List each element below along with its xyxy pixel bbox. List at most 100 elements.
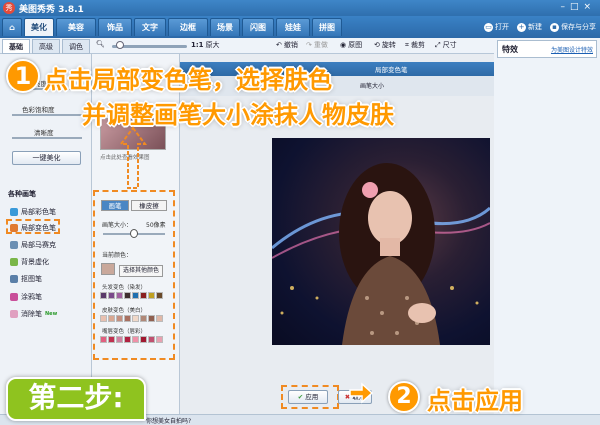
tab-5[interactable]: 场景 [210, 18, 240, 36]
tab-brush[interactable]: 画笔 [101, 200, 129, 211]
effects-design-link[interactable]: 为美图设计特效 [551, 45, 593, 54]
lip-swatches [100, 336, 164, 343]
subtab-color[interactable]: 调色 [62, 39, 90, 54]
eye-icon: ◉ [340, 41, 347, 49]
color-swatch[interactable] [148, 315, 155, 322]
tab-0[interactable]: 美化 [24, 18, 54, 36]
redo-icon: ↷ [306, 41, 312, 49]
skin-label: 皮肤变色（美白） [102, 308, 147, 314]
color-swatch[interactable] [148, 292, 155, 299]
app-logo: 秀 [3, 2, 15, 14]
color-swatch[interactable] [132, 292, 139, 299]
color-swatch[interactable] [140, 336, 147, 343]
doodle-icon [10, 293, 18, 301]
lips-label: 嘴唇变色（唇彩） [102, 329, 147, 335]
color-swatch[interactable] [108, 315, 115, 322]
title-bar [0, 0, 600, 16]
redo-button[interactable]: ↷ 重做 [306, 40, 328, 50]
highlight-recolor-brush [6, 219, 60, 234]
eraser-icon [10, 310, 18, 318]
color-swatch[interactable] [124, 315, 131, 322]
minimize-icon[interactable]: – [560, 2, 570, 12]
save-share-button[interactable]: ▪ 保存与分享 [550, 22, 596, 32]
step1-instruction-line1: 点击局部变色笔，选择肤色 [44, 66, 332, 94]
brush-eraser[interactable]: 消除笔 New [10, 309, 57, 319]
color-swatch[interactable] [108, 292, 115, 299]
rotate-icon: ⟲ [374, 41, 380, 49]
crop-icon: ⌗ [405, 40, 409, 49]
color-swatch[interactable] [156, 315, 163, 322]
color-swatch[interactable] [116, 292, 123, 299]
brush-cutout[interactable]: 抠图笔 [10, 274, 42, 284]
tab-3[interactable]: 文字 [134, 18, 166, 36]
apply-button[interactable]: ✔ 应用 [288, 390, 328, 404]
color-swatch[interactable] [132, 315, 139, 322]
zoom-slider-knob[interactable] [116, 41, 124, 49]
color-swatch[interactable] [116, 315, 123, 322]
up-arrow-icon [119, 126, 147, 189]
right-arrow-icon [349, 382, 374, 404]
step2-instruction: 点击应用 [427, 387, 523, 415]
sharpness-slider[interactable] [12, 137, 82, 139]
step1-number-badge: 1 [6, 59, 40, 93]
brush-local-color[interactable]: 局部彩色笔 [10, 207, 56, 217]
color-swatch[interactable] [100, 336, 107, 343]
step1-instruction-line2: 并调整画笔大小涂抹人物皮肤 [82, 101, 394, 129]
subtab-advanced[interactable]: 高级 [32, 39, 60, 54]
step2-number-badge: 2 [388, 381, 420, 413]
top-actions: ▭ 打开 + 新建 ▪ 保存与分享 [484, 16, 596, 38]
brush-blur-bg[interactable]: 背景虚化 [10, 257, 49, 267]
subtab-basic[interactable]: 基础 [2, 39, 30, 54]
effects-title: 特效 [502, 45, 518, 54]
brush-size-value: 50像素 [146, 222, 166, 229]
undo-button[interactable]: ↶ 撤销 [276, 40, 298, 50]
original-size-button[interactable]: 1:1 原大 [191, 40, 220, 50]
window-controls[interactable]: –□× [560, 2, 596, 12]
sharpness-label: 清晰度 [34, 129, 54, 137]
edited-photo[interactable] [272, 138, 490, 345]
tab-8[interactable]: 拼图 [312, 18, 342, 36]
brush-size-knob[interactable] [130, 229, 138, 238]
open-button[interactable]: ▭ 打开 [484, 22, 509, 32]
dialog-brush-size: 画笔大小 [360, 83, 385, 90]
tab-1[interactable]: 美容 [56, 18, 96, 36]
skin-swatches [100, 315, 164, 322]
zoom-search-icon[interactable]: 🔍︎ [96, 40, 105, 48]
color-swatch[interactable] [132, 336, 139, 343]
color-swatch[interactable] [100, 292, 107, 299]
hair-swatches [100, 292, 164, 299]
choose-color-button[interactable]: 选择其他颜色 [119, 265, 163, 277]
tab-6[interactable]: 闪图 [242, 18, 274, 36]
resize-button[interactable]: ⤢ 尺寸 [435, 40, 457, 50]
rotate-button[interactable]: ⟲ 旋转 [374, 40, 396, 50]
saturation-slider[interactable] [12, 114, 82, 116]
color-swatch[interactable] [148, 336, 155, 343]
crop-button[interactable]: ⌗ 裁剪 [405, 40, 425, 50]
color-swatch[interactable] [116, 336, 123, 343]
close-icon[interactable]: × [583, 2, 596, 12]
brush-size-label: 画笔大小： [102, 222, 133, 229]
original-image-button[interactable]: ◉ 原图 [340, 40, 362, 50]
effects-panel [494, 38, 600, 414]
hair-label: 头发变色（染发） [102, 285, 147, 291]
color-swatch[interactable] [140, 315, 147, 322]
brush-mosaic[interactable]: 局部马赛克 [10, 240, 56, 250]
color-swatch[interactable] [100, 315, 107, 322]
new-button[interactable]: + 新建 [517, 22, 542, 32]
color-swatch[interactable] [108, 336, 115, 343]
color-swatch[interactable] [156, 336, 163, 343]
maximize-icon[interactable]: □ [570, 2, 584, 12]
color-swatch[interactable] [124, 336, 131, 343]
one-key-beautify-button[interactable]: 一键美化 [12, 151, 81, 165]
color-swatch[interactable] [156, 292, 163, 299]
tab-4[interactable]: 边框 [168, 18, 208, 36]
tab-eraser[interactable]: 橡皮擦 [131, 200, 167, 211]
tab-7[interactable]: 娃娃 [276, 18, 310, 36]
color-swatch[interactable] [124, 292, 131, 299]
current-color-swatch [101, 263, 115, 275]
brush-doodle[interactable]: 涂鸦笔 [10, 292, 42, 302]
home-tab[interactable]: ⌂ [2, 18, 22, 36]
color-swatch[interactable] [140, 292, 147, 299]
tab-2[interactable]: 饰品 [98, 18, 132, 36]
home-icon: ⌂ [9, 23, 15, 32]
